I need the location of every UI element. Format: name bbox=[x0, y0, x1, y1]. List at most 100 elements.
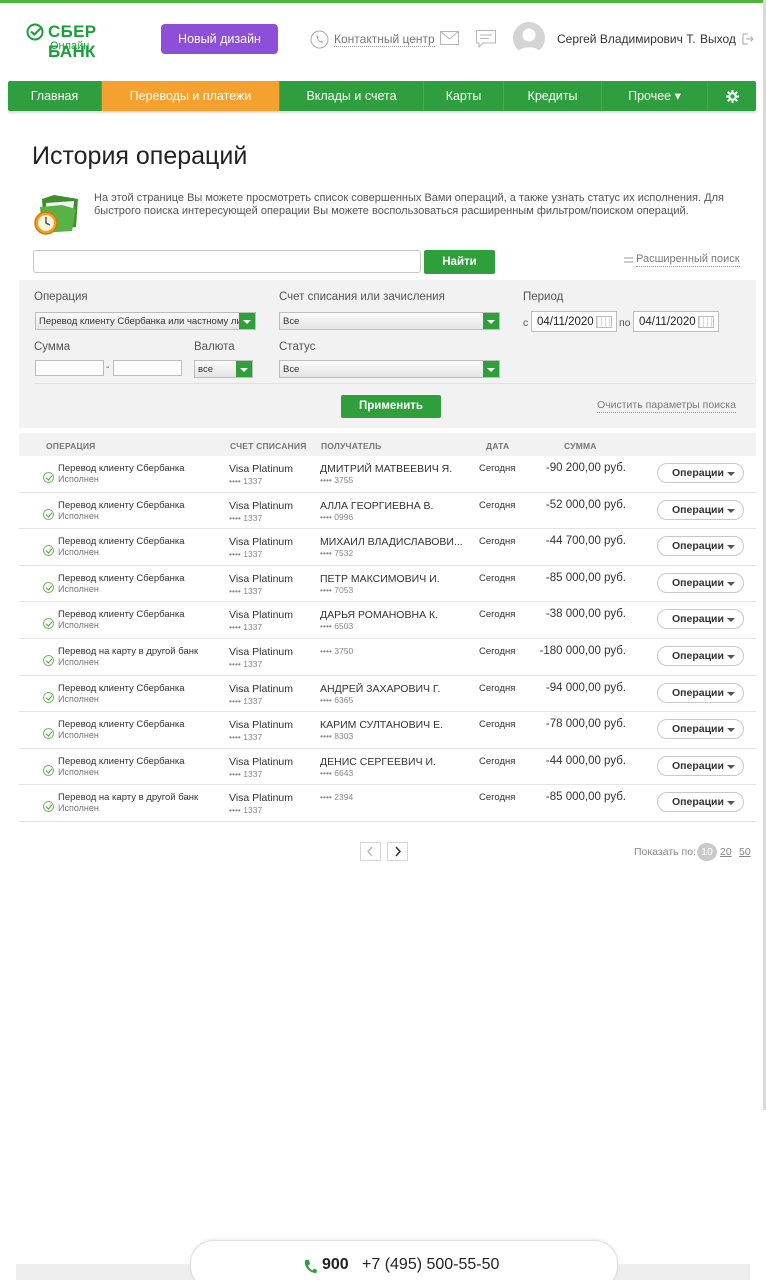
logout-icon bbox=[742, 33, 754, 45]
operations-dropdown-button[interactable]: Операции bbox=[657, 792, 744, 813]
operation-date: Сегодня bbox=[479, 719, 516, 731]
operation-name[interactable]: Перевод на карту в другой банк bbox=[58, 792, 198, 803]
full-phone[interactable]: +7 (495) 500-55-50 bbox=[362, 1256, 499, 1274]
date-from-input[interactable]: 04/11/2020 bbox=[531, 311, 617, 332]
sber-logo-icon bbox=[26, 23, 44, 41]
operation-name[interactable]: Перевод клиенту Сбербанка bbox=[58, 756, 185, 767]
table-row[interactable]: Перевод клиенту Сбербанка Исполнен Visa … bbox=[19, 602, 756, 639]
account-number: •••• 1337 bbox=[229, 549, 263, 560]
operation-name[interactable]: Перевод клиенту Сбербанка bbox=[58, 463, 185, 474]
calendar-icon[interactable] bbox=[596, 316, 612, 328]
operation-status: Исполнен bbox=[58, 693, 99, 704]
operations-dropdown-button[interactable]: Операции bbox=[657, 609, 744, 630]
account-name: Visa Platinum bbox=[229, 792, 294, 805]
operations-dropdown-button[interactable]: Операции bbox=[657, 536, 744, 557]
phone-panel: 900 +7 (495) 500-55-50 bbox=[190, 1240, 618, 1280]
currency-select-value: все bbox=[198, 364, 213, 375]
recipient-name: ДАРЬЯ РОМАНОВНА К. bbox=[320, 609, 439, 622]
next-page-button[interactable] bbox=[387, 842, 408, 861]
operation-name[interactable]: Перевод клиенту Сбербанка bbox=[58, 609, 185, 620]
nav-item-other[interactable]: Прочее ▾ bbox=[602, 81, 708, 111]
recipient-number: •••• 3750 bbox=[320, 645, 354, 656]
sum-from-input[interactable] bbox=[35, 360, 104, 376]
sum-to-input[interactable] bbox=[113, 360, 182, 376]
user-name[interactable]: Сергей Владимирович Т. bbox=[557, 32, 696, 46]
operation-date: Сегодня bbox=[479, 572, 516, 584]
prev-page-button[interactable] bbox=[360, 842, 381, 861]
operations-table: Перевод клиенту Сбербанка Исполнен Visa … bbox=[19, 456, 756, 822]
chevron-right-icon bbox=[395, 846, 402, 857]
account-number: •••• 1337 bbox=[229, 805, 263, 816]
date-to-input[interactable]: 04/11/2020 bbox=[633, 311, 719, 332]
check-icon bbox=[43, 618, 54, 630]
operation-status: Исполнен bbox=[58, 766, 99, 777]
recipient-number: •••• 7053 bbox=[320, 584, 354, 595]
table-row[interactable]: Перевод клиенту Сбербанка Исполнен Visa … bbox=[19, 456, 756, 493]
table-row[interactable]: Перевод клиенту Сбербанка Исполнен Visa … bbox=[19, 749, 756, 786]
page-size-10[interactable]: 10 bbox=[697, 843, 717, 861]
operation-name[interactable]: Перевод клиенту Сбербанка bbox=[58, 500, 185, 511]
operation-name[interactable]: Перевод клиенту Сбербанка bbox=[58, 683, 185, 694]
operation-amount: -52 000,00 руб. bbox=[545, 498, 626, 511]
phone-icon bbox=[310, 30, 329, 48]
calendar-icon[interactable] bbox=[698, 316, 714, 328]
operation-select-value: Перевод клиенту Сбербанка или частному л… bbox=[39, 316, 252, 327]
table-row[interactable]: Перевод клиенту Сбербанка Исполнен Visa … bbox=[19, 493, 756, 530]
find-button[interactable]: Найти bbox=[424, 250, 495, 274]
search-input[interactable] bbox=[33, 250, 421, 273]
table-row[interactable]: Перевод клиенту Сбербанка Исполнен Visa … bbox=[19, 676, 756, 713]
operations-dropdown-button[interactable]: Операции bbox=[657, 463, 744, 483]
apply-button[interactable]: Применить bbox=[341, 395, 441, 418]
nav-item-deposits[interactable]: Вклады и счета bbox=[280, 81, 424, 111]
short-phone[interactable]: 900 bbox=[322, 1256, 349, 1274]
operation-name[interactable]: Перевод на карту в другой банк bbox=[58, 646, 198, 657]
chevron-down-icon bbox=[239, 313, 255, 329]
operation-amount: -90 200,00 руб. bbox=[545, 462, 626, 474]
recipient-number: •••• 8303 bbox=[320, 731, 354, 742]
operation-status: Исполнен bbox=[58, 620, 99, 631]
operations-dropdown-button[interactable]: Операции bbox=[657, 682, 744, 703]
contact-center-link[interactable]: Контактный центр bbox=[310, 29, 435, 49]
operations-dropdown-button[interactable]: Операции bbox=[657, 645, 744, 666]
table-row[interactable]: Перевод клиенту Сбербанка Исполнен Visa … bbox=[19, 712, 756, 749]
account-select[interactable]: Все bbox=[279, 312, 500, 330]
logout-link[interactable]: Выход bbox=[700, 32, 754, 46]
recipient-name: ДЕНИС СЕРГЕЕВИЧ И. bbox=[320, 755, 436, 768]
new-design-button[interactable]: Новый дизайн bbox=[161, 24, 278, 54]
nav-item-home[interactable]: Главная bbox=[8, 81, 102, 111]
operation-name[interactable]: Перевод клиенту Сбербанка bbox=[58, 719, 185, 730]
nav-settings[interactable] bbox=[708, 81, 756, 111]
advanced-search-link[interactable]: Расширенный поиск bbox=[624, 253, 740, 267]
sber-logo[interactable]: СБЕР БАНК Онлайн bbox=[26, 22, 146, 61]
contact-center-label: Контактный центр bbox=[334, 31, 435, 47]
operations-dropdown-button[interactable]: Операции bbox=[657, 572, 744, 593]
chat-icon[interactable] bbox=[476, 30, 496, 48]
mail-icon[interactable] bbox=[440, 31, 459, 45]
table-row[interactable]: Перевод на карту в другой банк Исполнен … bbox=[19, 639, 756, 676]
table-row[interactable]: Перевод на карту в другой банк Исполнен … bbox=[19, 785, 756, 822]
col-operation: ОПЕРАЦИЯ bbox=[46, 441, 96, 451]
page-size-20[interactable]: 20 bbox=[720, 846, 732, 858]
operations-dropdown-button[interactable]: Операции bbox=[657, 499, 744, 520]
nav-item-transfers[interactable]: Переводы и платежи bbox=[102, 81, 280, 111]
clear-filter-link[interactable]: Очистить параметры поиска bbox=[597, 399, 736, 413]
operation-name[interactable]: Перевод клиенту Сбербанка bbox=[58, 536, 185, 547]
operation-select[interactable]: Перевод клиенту Сбербанка или частному л… bbox=[35, 312, 256, 330]
operation-name[interactable]: Перевод клиенту Сбербанка bbox=[58, 573, 185, 584]
page-size-50[interactable]: 50 bbox=[739, 846, 751, 858]
period-to-prefix: по bbox=[619, 317, 631, 329]
status-select[interactable]: Все bbox=[279, 360, 500, 378]
operation-status: Исполнен bbox=[58, 730, 99, 741]
currency-select[interactable]: все bbox=[194, 360, 253, 378]
show-by-label: Показать по: bbox=[634, 846, 696, 858]
col-amount: СУММА bbox=[564, 441, 597, 451]
table-row[interactable]: Перевод клиенту Сбербанка Исполнен Visa … bbox=[19, 529, 756, 566]
nav-item-credits[interactable]: Кредиты bbox=[504, 81, 602, 111]
nav-item-cards[interactable]: Карты bbox=[424, 81, 504, 111]
account-name: Visa Platinum bbox=[229, 682, 294, 695]
operations-dropdown-button[interactable]: Операции bbox=[657, 719, 744, 740]
table-row[interactable]: Перевод клиенту Сбербанка Исполнен Visa … bbox=[19, 566, 756, 603]
avatar[interactable] bbox=[513, 22, 545, 54]
operation-date: Сегодня bbox=[479, 792, 516, 804]
operations-dropdown-button[interactable]: Операции bbox=[657, 755, 744, 776]
